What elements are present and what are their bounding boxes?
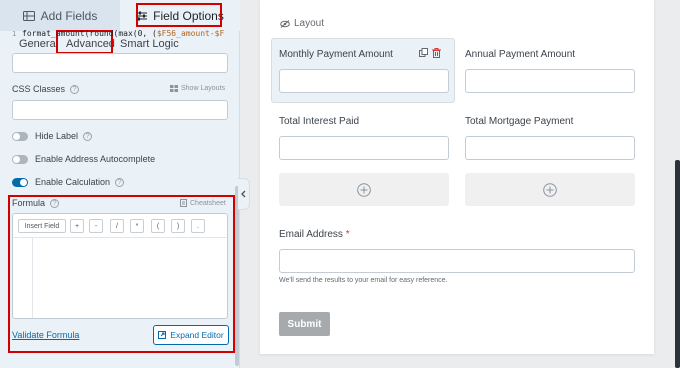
formula-toolbar: Insert Field + - / * ( ) . — [13, 214, 227, 238]
show-layouts-link[interactable]: Show Layouts — [170, 85, 225, 92]
tab-add-fields[interactable]: Add Fields — [0, 0, 120, 31]
operator-minus-button[interactable]: - — [89, 219, 103, 233]
monthly-payment-label: Monthly Payment Amount — [279, 49, 393, 60]
insert-field-text: Insert Field — [24, 222, 60, 230]
subtab-smart-logic-label: Smart Logic — [120, 38, 179, 50]
cheatsheet-link[interactable]: Cheatsheet — [180, 199, 226, 207]
show-layouts-text: Show Layouts — [181, 85, 225, 92]
page-scrollbar[interactable] — [675, 160, 680, 368]
decimal: . — [197, 222, 199, 230]
css-classes-label: CSS Classes ? — [12, 84, 80, 94]
expand-editor-text: Expand Editor — [170, 330, 224, 340]
top-input[interactable] — [12, 53, 228, 73]
line-gutter — [13, 238, 33, 318]
annual-payment-label: Annual Payment Amount — [465, 49, 576, 60]
operator-multiply: * — [135, 222, 139, 230]
cheatsheet-text: Cheatsheet — [190, 199, 226, 207]
tab-add-fields-label: Add Fields — [40, 8, 98, 23]
total-interest-input[interactable] — [279, 136, 449, 160]
close-paren-button[interactable]: ) — [171, 219, 185, 233]
address-autocomplete-text: Enable Address Autocomplete — [35, 154, 156, 164]
validate-formula-link[interactable]: Validate Formula — [12, 330, 79, 340]
help-icon[interactable]: ? — [70, 84, 80, 94]
field-actions — [419, 48, 441, 58]
required-marker: * — [345, 229, 350, 240]
formula-editor[interactable]: Insert Field + - / * ( ) . — [12, 213, 228, 319]
decimal-button[interactable]: . — [191, 219, 205, 233]
open-paren: ( — [156, 222, 160, 230]
code-text: format_amount(round(max(0, ( — [22, 29, 157, 38]
collapse-panel-button[interactable] — [238, 178, 250, 210]
annual-payment-input[interactable] — [465, 69, 635, 93]
eye-slash-icon — [280, 19, 290, 28]
toggle-row-enable-calculation[interactable]: Enable Calculation ? — [12, 176, 125, 188]
help-icon[interactable]: ? — [115, 177, 125, 187]
formula-code[interactable]: format_amount(round(max(0, ($F56_amount-… — [22, 29, 224, 38]
email-label: Email Address * — [279, 229, 350, 240]
layout-label: Layout — [280, 18, 324, 29]
add-field-column-2[interactable] — [465, 173, 635, 206]
open-paren-button[interactable]: ( — [151, 219, 165, 233]
subtab-advanced-label: Advanced — [66, 38, 115, 50]
panel-scrollbar[interactable] — [235, 186, 239, 366]
hide-label-toggle[interactable] — [12, 131, 28, 141]
operator-divide-button[interactable]: / — [110, 219, 124, 233]
help-icon[interactable]: ? — [50, 198, 60, 208]
total-mortgage-label: Total Mortgage Payment — [465, 116, 574, 127]
plus-circle-icon — [357, 182, 371, 197]
toggle-row-hide-label[interactable]: Hide Label ? — [12, 130, 93, 142]
operator-divide: / — [116, 222, 118, 230]
insert-field-button[interactable]: Insert Field — [18, 219, 66, 233]
line-number: 1 — [12, 30, 17, 38]
enable-calculation-toggle[interactable] — [12, 177, 28, 187]
email-help-text: We'll send the results to your email for… — [279, 277, 448, 284]
expand-editor-button[interactable]: Expand Editor — [153, 325, 229, 345]
css-classes-text: CSS Classes — [12, 84, 66, 94]
tab-field-options-label: Field Options — [153, 8, 224, 23]
formula-label: Formula ? — [12, 198, 60, 208]
document-icon — [180, 199, 187, 207]
panel-tabs: Add Fields Field Options — [0, 0, 240, 31]
chevron-left-icon — [241, 190, 246, 198]
submit-button[interactable]: Submit — [279, 312, 330, 336]
expand-icon — [158, 331, 167, 339]
grid-icon — [170, 85, 178, 92]
duplicate-icon[interactable] — [419, 48, 428, 58]
operator-plus-button[interactable]: + — [70, 219, 84, 233]
trash-icon[interactable] — [432, 48, 441, 58]
subtab-general-label: General — [19, 38, 59, 50]
add-field-column-1[interactable] — [279, 173, 449, 206]
monthly-payment-input[interactable] — [279, 69, 449, 93]
address-autocomplete-toggle[interactable] — [12, 154, 28, 164]
enable-calculation-text: Enable Calculation — [35, 177, 111, 187]
operator-multiply-button[interactable]: * — [130, 219, 144, 233]
toggle-row-address-autocomplete[interactable]: Enable Address Autocomplete — [12, 153, 155, 165]
css-classes-input[interactable] — [12, 100, 228, 120]
list-icon — [22, 10, 35, 21]
total-mortgage-input[interactable] — [465, 136, 635, 160]
tab-field-options[interactable]: Field Options — [120, 0, 240, 31]
operator-plus: + — [74, 222, 80, 230]
layout-text: Layout — [294, 18, 325, 29]
hide-label-text: Hide Label — [35, 131, 79, 141]
code-variable: $F56_amount-$F — [156, 29, 225, 38]
close-paren: ) — [176, 222, 180, 230]
sliders-icon — [136, 11, 148, 21]
formula-text: Formula — [12, 198, 46, 208]
plus-circle-icon — [543, 182, 557, 197]
email-input[interactable] — [279, 249, 635, 273]
email-label-text: Email Address — [279, 229, 343, 240]
operator-minus: - — [94, 222, 98, 230]
total-interest-label: Total Interest Paid — [279, 116, 360, 127]
help-icon[interactable]: ? — [83, 131, 93, 141]
